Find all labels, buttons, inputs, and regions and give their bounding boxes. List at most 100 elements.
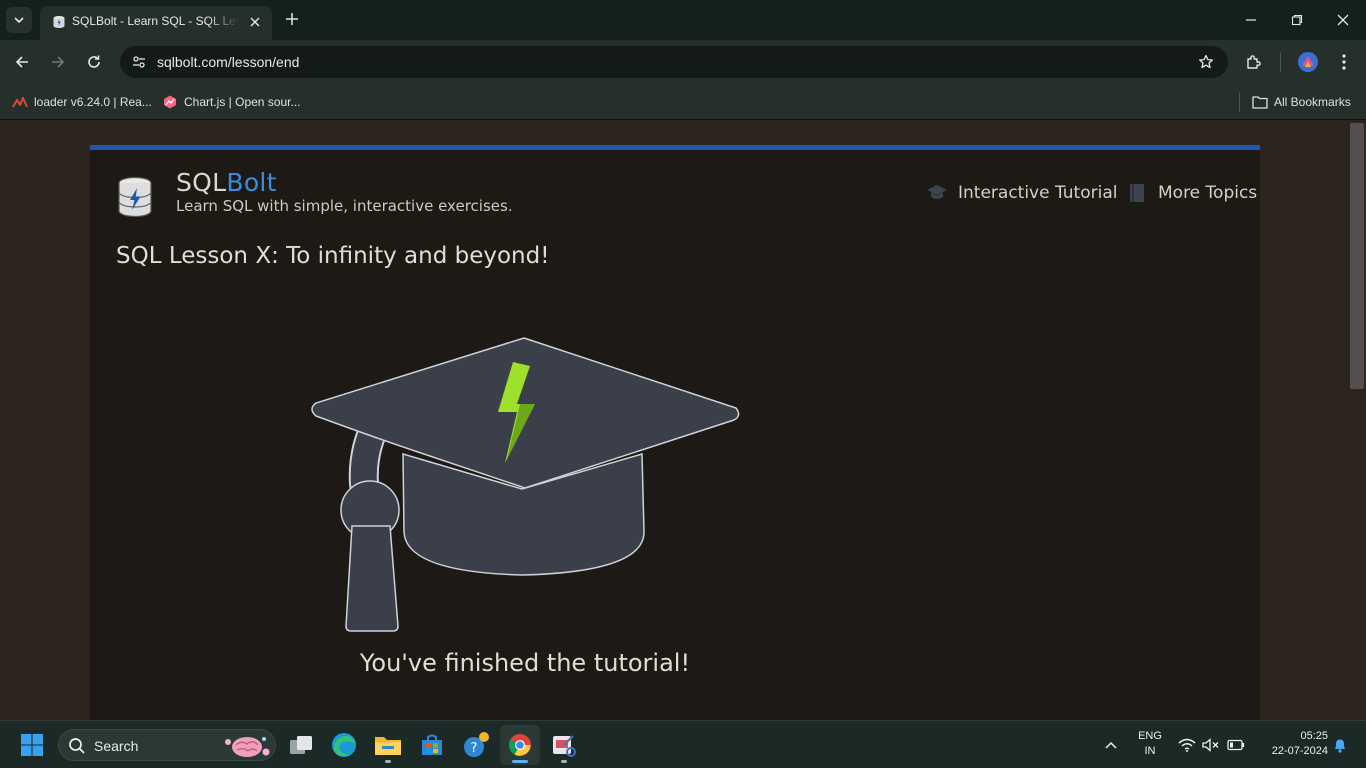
clock-date: 22-07-2024 bbox=[1271, 745, 1328, 757]
folder-icon bbox=[1252, 94, 1268, 110]
sqlbolt-favicon-icon bbox=[53, 16, 65, 28]
url-text: sqlbolt.com/lesson/end bbox=[157, 54, 300, 70]
chevron-down-icon bbox=[14, 17, 24, 24]
restore-icon bbox=[1291, 14, 1303, 26]
site-tagline: Learn SQL with simple, interactive exerc… bbox=[176, 197, 513, 215]
close-icon bbox=[250, 17, 260, 27]
minimize-icon bbox=[1246, 19, 1256, 21]
extensions-button[interactable] bbox=[1242, 50, 1266, 74]
search-label: Search bbox=[94, 738, 139, 754]
tab-close-button[interactable] bbox=[246, 13, 264, 31]
close-icon bbox=[1337, 14, 1349, 26]
tune-icon bbox=[133, 56, 145, 68]
volume-muted-icon bbox=[1202, 738, 1219, 752]
input-language-indicator[interactable]: ENG IN bbox=[1133, 729, 1167, 759]
edge-icon bbox=[332, 733, 356, 757]
volume-status[interactable] bbox=[1200, 721, 1222, 768]
graduation-cap-illustration bbox=[311, 337, 740, 632]
lesson-title: SQL Lesson X: To infinity and beyond! bbox=[116, 243, 550, 269]
graduation-cap-icon bbox=[926, 182, 948, 204]
minimize-button[interactable] bbox=[1239, 8, 1263, 32]
browser-menu-button[interactable] bbox=[1332, 50, 1356, 74]
puzzle-icon bbox=[1247, 55, 1261, 69]
site-info-button[interactable] bbox=[128, 51, 150, 73]
nav-tutorial-label: Interactive Tutorial bbox=[958, 183, 1118, 203]
edge-button[interactable] bbox=[324, 725, 364, 765]
bell-icon bbox=[1335, 739, 1345, 753]
bookmarks-bar: loader v6.24.0 | Rea... Chart.js | Open … bbox=[0, 84, 1366, 120]
chrome-button[interactable] bbox=[500, 725, 540, 765]
bookmark-label: loader v6.24.0 | Rea... bbox=[34, 95, 152, 109]
file-explorer-button[interactable] bbox=[368, 725, 408, 765]
browser-tab-active[interactable]: SQLBolt - Learn SQL - SQL Lesson X: To i… bbox=[40, 6, 272, 40]
new-tab-button[interactable] bbox=[281, 8, 303, 30]
store-icon bbox=[422, 734, 442, 755]
taskbar-search[interactable]: Search bbox=[58, 729, 276, 761]
battery-icon bbox=[1227, 739, 1245, 751]
tab-search-button[interactable] bbox=[6, 7, 32, 33]
scrollbar-thumb[interactable] bbox=[1350, 123, 1364, 389]
task-view-button[interactable] bbox=[281, 725, 321, 765]
nav-more-topics[interactable]: More Topics bbox=[1126, 182, 1257, 204]
nav-topics-label: More Topics bbox=[1158, 183, 1258, 203]
clock-time: 05:25 bbox=[1300, 730, 1328, 742]
battery-status[interactable] bbox=[1224, 721, 1248, 768]
forward-button[interactable] bbox=[46, 50, 70, 74]
close-window-button[interactable] bbox=[1331, 8, 1355, 32]
wifi-icon bbox=[1178, 738, 1196, 752]
book-icon bbox=[1126, 182, 1148, 204]
page-scrollbar[interactable] bbox=[1348, 121, 1366, 720]
all-bookmarks-label: All Bookmarks bbox=[1274, 95, 1351, 109]
chartjs-logo-icon bbox=[162, 94, 178, 110]
search-icon bbox=[69, 738, 85, 754]
arrow-left-icon bbox=[15, 56, 28, 68]
windows-taskbar: Search ? ENG IN 05:25 22-07-2024 bbox=[0, 720, 1366, 768]
active-indicator bbox=[512, 760, 528, 763]
browser-toolbar: sqlbolt.com/lesson/end bbox=[0, 40, 1366, 84]
bookmark-star-button[interactable] bbox=[1196, 52, 1216, 72]
reload-button[interactable] bbox=[82, 50, 106, 74]
brand-suffix: Bolt bbox=[226, 168, 277, 197]
site-brand[interactable]: SQLBolt bbox=[176, 168, 277, 197]
kebab-menu-icon bbox=[1342, 54, 1346, 70]
sqlbolt-logo-icon[interactable] bbox=[116, 176, 154, 218]
all-bookmarks-button[interactable]: All Bookmarks bbox=[1252, 92, 1351, 112]
running-indicator bbox=[385, 760, 391, 763]
bookmark-chartjs[interactable]: Chart.js | Open sour... bbox=[162, 92, 301, 112]
task-view-icon bbox=[290, 736, 312, 754]
running-indicator bbox=[561, 760, 567, 763]
bookmark-label: Chart.js | Open sour... bbox=[184, 95, 301, 109]
show-hidden-icons-button[interactable] bbox=[1100, 721, 1122, 768]
address-bar[interactable]: sqlbolt.com/lesson/end bbox=[120, 46, 1228, 78]
toolbar-divider bbox=[1280, 52, 1281, 72]
help-icon: ? bbox=[464, 732, 489, 757]
get-help-button[interactable]: ? bbox=[456, 725, 496, 765]
browser-tab-strip: SQLBolt - Learn SQL - SQL Lesson X: To i… bbox=[0, 0, 1366, 40]
page-viewport: SQLBolt Learn SQL with simple, interacti… bbox=[0, 121, 1366, 720]
windows-logo-icon bbox=[21, 734, 43, 756]
reload-icon bbox=[88, 55, 100, 68]
notifications-button[interactable] bbox=[1330, 721, 1350, 768]
brand-prefix: SQL bbox=[176, 168, 227, 197]
folder-icon bbox=[375, 737, 401, 755]
finished-message: You've finished the tutorial! bbox=[359, 649, 691, 677]
svg-text:?: ? bbox=[471, 741, 478, 756]
avatar bbox=[1298, 52, 1318, 72]
loader-logo-icon bbox=[12, 94, 28, 110]
chevron-up-icon bbox=[1105, 741, 1117, 749]
start-button[interactable] bbox=[12, 725, 52, 765]
profile-button[interactable] bbox=[1296, 50, 1320, 74]
microsoft-store-button[interactable] bbox=[412, 725, 452, 765]
snipping-tool-button[interactable] bbox=[544, 725, 584, 765]
restore-button[interactable] bbox=[1285, 8, 1309, 32]
nav-interactive-tutorial[interactable]: Interactive Tutorial bbox=[926, 182, 1117, 204]
bookmark-loader[interactable]: loader v6.24.0 | Rea... bbox=[12, 92, 152, 112]
star-icon bbox=[1199, 54, 1213, 69]
back-button[interactable] bbox=[10, 50, 34, 74]
plus-icon bbox=[286, 13, 298, 25]
search-highlight-icon bbox=[225, 737, 270, 757]
system-clock[interactable]: 05:25 22-07-2024 bbox=[1256, 729, 1328, 759]
wifi-status[interactable] bbox=[1176, 721, 1198, 768]
snipping-tool-icon bbox=[553, 735, 576, 757]
language-region: IN bbox=[1144, 745, 1156, 757]
